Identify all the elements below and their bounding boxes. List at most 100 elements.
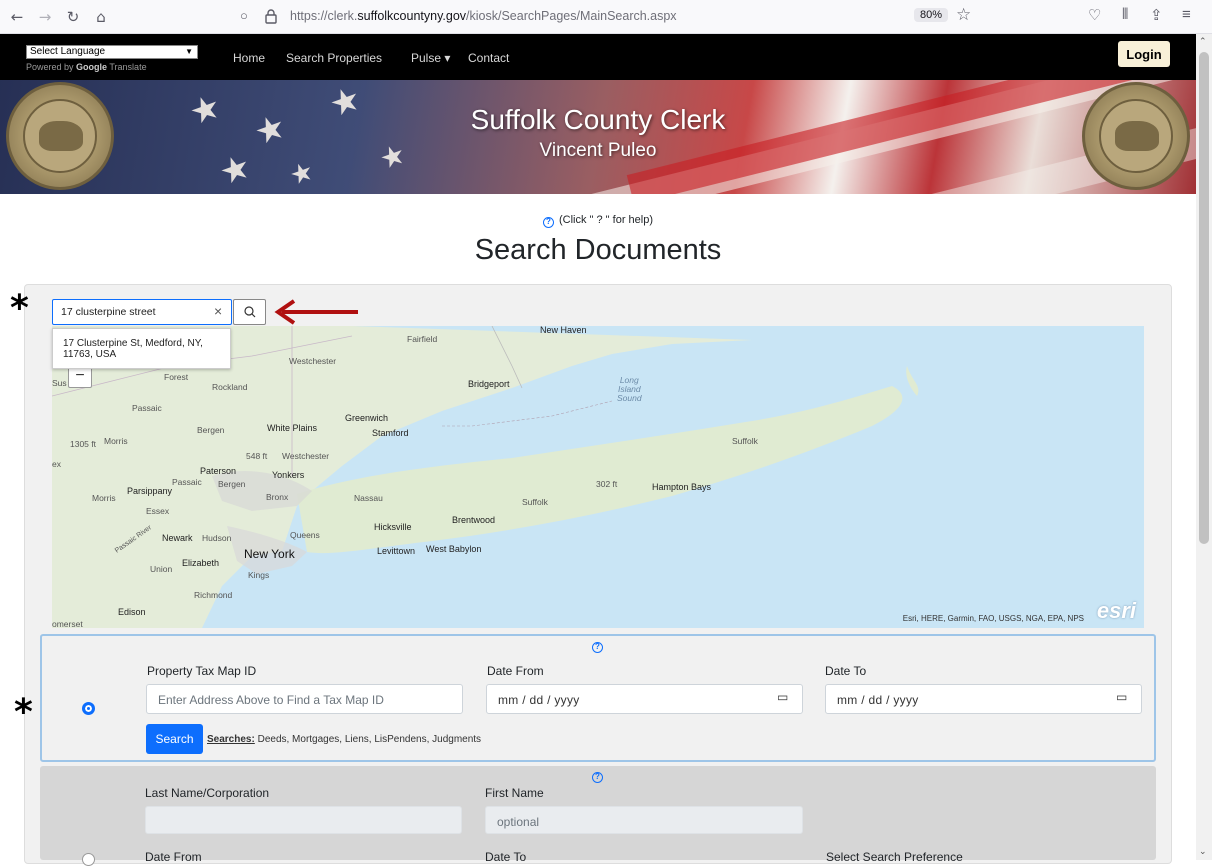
map-label: Bronx bbox=[266, 492, 289, 502]
calendar-icon[interactable]: ▭ bbox=[1116, 690, 1127, 704]
annotation-asterisk: * bbox=[10, 288, 29, 329]
suggestion-line: 11763, USA bbox=[63, 349, 117, 360]
language-select[interactable]: Select Language ▼ bbox=[26, 45, 198, 59]
close-icon[interactable]: × bbox=[214, 303, 222, 319]
back-icon[interactable]: ← bbox=[6, 6, 28, 28]
map-label: Bergen bbox=[197, 425, 225, 435]
help-hint: ? (Click " ? " for help) bbox=[0, 214, 1196, 228]
nav-contact[interactable]: Contact bbox=[468, 51, 509, 65]
nav-pulse-dropdown[interactable]: Pulse ▾ bbox=[411, 51, 450, 65]
map-label: Edison bbox=[118, 607, 146, 617]
last-name-label: Last Name/Corporation bbox=[145, 786, 270, 800]
map-label: Richmond bbox=[194, 590, 233, 600]
url-domain: suffolkcountyny.gov bbox=[357, 9, 467, 23]
header-banner: ★ ★ ★ ★ ★ ★ Suffolk County Clerk Vincent… bbox=[0, 80, 1196, 194]
map-label: West Babylon bbox=[426, 544, 482, 554]
forward-icon[interactable]: → bbox=[34, 6, 56, 28]
date-from-label: Date From bbox=[487, 664, 544, 678]
map-label: ex bbox=[52, 459, 61, 469]
bookmark-star-icon[interactable]: ☆ bbox=[956, 5, 971, 25]
name-date-to-label: Date To bbox=[485, 850, 527, 864]
name-date-from-label: Date From bbox=[145, 850, 202, 864]
pocket-icon[interactable]: ♡ bbox=[1088, 6, 1101, 24]
annotation-arrow-icon bbox=[274, 299, 358, 325]
map-label: Morris bbox=[92, 493, 116, 503]
last-name-input[interactable] bbox=[145, 806, 462, 834]
home-icon[interactable]: ⌂ bbox=[90, 6, 112, 28]
first-name-label: First Name bbox=[485, 786, 544, 800]
map-attribution: Esri, HERE, Garmin, FAO, USGS, NGA, EPA,… bbox=[902, 614, 1084, 623]
map-label: Hampton Bays bbox=[652, 482, 712, 492]
date-to-input[interactable]: mm / dd / yyyy bbox=[825, 684, 1142, 714]
map-label: Forest bbox=[164, 372, 189, 382]
page-scrollbar[interactable]: ⌃ ⌄ bbox=[1196, 34, 1212, 860]
address-bar[interactable]: https://clerk.suffolkcountyny.gov/kiosk/… bbox=[290, 9, 677, 23]
page-title: Search Documents bbox=[474, 234, 722, 266]
login-button[interactable]: Login bbox=[1118, 41, 1170, 67]
map-label: Long Island Sound bbox=[617, 375, 642, 403]
help-icon[interactable]: ? bbox=[592, 642, 603, 653]
map-label: Sus bbox=[52, 378, 67, 388]
tax-map-search-radio[interactable] bbox=[82, 702, 95, 715]
shield-icon[interactable]: ○ bbox=[240, 8, 248, 23]
map-label: Passaic bbox=[172, 477, 202, 487]
map-label: Bergen bbox=[218, 479, 246, 489]
map-label: 302 ft bbox=[596, 479, 618, 489]
nav-search-properties[interactable]: Search Properties bbox=[286, 51, 382, 65]
map-label: Greenwich bbox=[345, 413, 389, 423]
library-icon[interactable]: ⫴ bbox=[1122, 6, 1128, 23]
searches-label: Searches: bbox=[207, 734, 255, 745]
google-wordmark: Google bbox=[76, 62, 108, 72]
powered-by-google: Powered by Google Translate bbox=[26, 62, 147, 72]
address-suggestion[interactable]: 17 Clusterpine St, Medford, NY, 11763, US… bbox=[52, 328, 231, 369]
chevron-down-icon: ▼ bbox=[185, 47, 193, 56]
share-icon[interactable]: ⇪ bbox=[1150, 6, 1163, 24]
map-label: New Haven bbox=[540, 326, 587, 335]
map-label: Bridgeport bbox=[468, 379, 510, 389]
site-navbar: Select Language ▼ Powered by Google Trans… bbox=[0, 34, 1196, 80]
banner-subtitle: Vincent Puleo bbox=[539, 140, 657, 161]
powered-by-suffix: Translate bbox=[109, 62, 147, 72]
map-label: Paterson bbox=[200, 466, 237, 476]
lock-icon[interactable] bbox=[264, 8, 278, 24]
map-view[interactable]: New Haven Fairfield Westchester Bridgepo… bbox=[52, 326, 1144, 628]
url-prefix: https://clerk. bbox=[290, 9, 358, 23]
scroll-thumb[interactable] bbox=[1199, 52, 1209, 544]
help-text: (Click " ? " for help) bbox=[559, 214, 653, 226]
county-seal-right bbox=[1082, 82, 1190, 190]
url-path: /kiosk/SearchPages/MainSearch.aspx bbox=[466, 9, 677, 23]
menu-icon[interactable]: ≡ bbox=[1182, 6, 1191, 23]
map-label: Nassau bbox=[354, 493, 383, 503]
searches-note: Searches: Deeds, Mortgages, Liens, LisPe… bbox=[207, 734, 481, 745]
esri-logo: esri bbox=[1096, 598, 1136, 623]
zoom-level[interactable]: 80% bbox=[914, 8, 949, 22]
scroll-up-icon[interactable]: ⌃ bbox=[1199, 36, 1207, 47]
calendar-icon[interactable]: ▭ bbox=[777, 690, 788, 704]
address-search-button[interactable] bbox=[233, 299, 266, 325]
map-label: Levittown bbox=[377, 546, 416, 556]
nav-home[interactable]: Home bbox=[233, 51, 265, 65]
first-name-input[interactable]: optional bbox=[485, 806, 803, 834]
map-zoom-out-button[interactable]: − bbox=[68, 366, 92, 388]
help-icon[interactable]: ? bbox=[592, 772, 603, 783]
map-label: Yonkers bbox=[272, 470, 305, 480]
map-label: Hicksville bbox=[374, 522, 412, 532]
tax-map-search-button[interactable]: Search bbox=[146, 724, 203, 754]
map-label: Union bbox=[150, 564, 173, 574]
map-label: Hudson bbox=[202, 533, 232, 543]
map-label: Newark bbox=[162, 533, 193, 543]
map-label: 548 ft bbox=[246, 451, 268, 461]
banner-title: Suffolk County Clerk bbox=[470, 104, 726, 135]
reload-icon[interactable]: ↻ bbox=[62, 6, 84, 28]
annotation-asterisk: * bbox=[14, 692, 33, 733]
scroll-down-icon[interactable]: ⌄ bbox=[1199, 846, 1207, 857]
map-label: Fairfield bbox=[407, 334, 438, 344]
map-label: Brentwood bbox=[452, 515, 496, 525]
date-from-input[interactable]: mm / dd / yyyy bbox=[486, 684, 803, 714]
map-label: omerset bbox=[52, 619, 83, 628]
address-search-input[interactable]: 17 clusterpine street bbox=[52, 299, 232, 325]
language-select-label: Select Language bbox=[30, 46, 106, 57]
map-label: Rockland bbox=[212, 382, 248, 392]
tax-id-input[interactable]: Enter Address Above to Find a Tax Map ID bbox=[146, 684, 463, 714]
help-icon[interactable]: ? bbox=[543, 217, 554, 228]
